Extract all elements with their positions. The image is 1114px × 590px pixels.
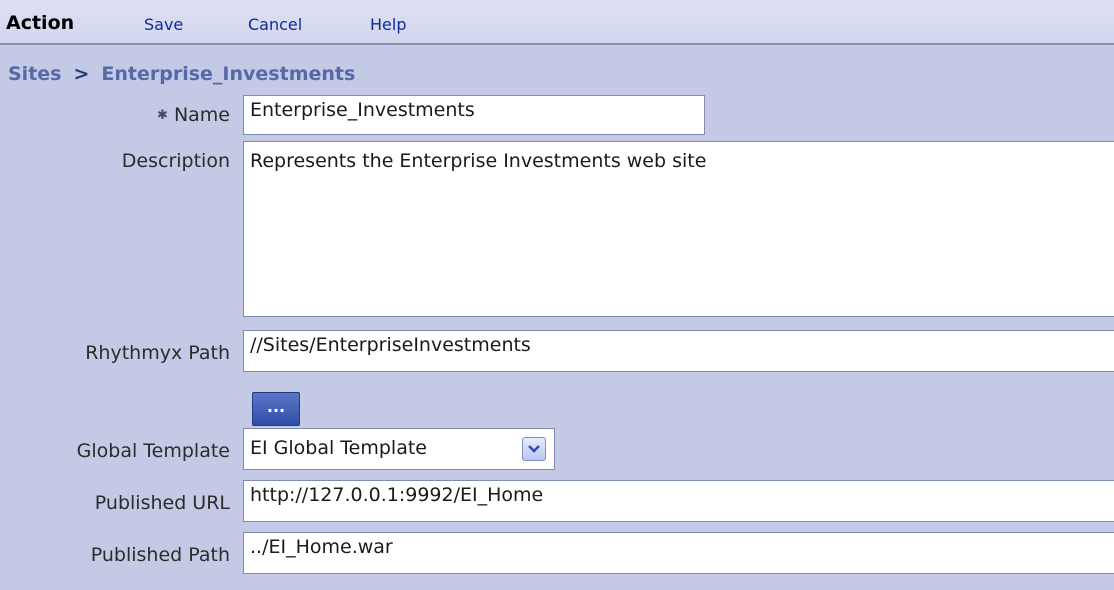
cancel-menu-item[interactable]: Cancel: [248, 15, 302, 34]
breadcrumb-separator: >: [73, 63, 90, 85]
name-label-row: ✱ Name: [157, 104, 230, 126]
browse-path-button[interactable]: ...: [252, 392, 300, 426]
global-template-label: Global Template: [76, 440, 230, 462]
breadcrumb-current: Enterprise_Investments: [101, 63, 356, 85]
save-menu-item[interactable]: Save: [144, 15, 183, 34]
published-path-label: Published Path: [90, 544, 230, 566]
description-label: Description: [121, 150, 230, 172]
help-menu-item[interactable]: Help: [370, 15, 406, 34]
published-url-label: Published URL: [94, 492, 230, 514]
breadcrumb-sites-link[interactable]: Sites: [8, 63, 61, 85]
action-menu-title: Action: [6, 12, 75, 34]
global-template-select[interactable]: EI Global Template: [243, 428, 555, 470]
required-asterisk-icon: ✱: [157, 108, 168, 123]
rhythmyx-path-label: Rhythmyx Path: [85, 342, 230, 364]
published-url-input[interactable]: http://127.0.0.1:9992/EI_Home: [243, 480, 1114, 522]
chevron-down-icon[interactable]: [522, 437, 546, 461]
rhythmyx-path-input[interactable]: //Sites/EnterpriseInvestments: [243, 330, 1114, 372]
published-path-input[interactable]: ../EI_Home.war: [243, 532, 1114, 574]
name-label: Name: [173, 104, 230, 126]
description-textarea[interactable]: Represents the Enterprise Investments we…: [243, 141, 1114, 317]
site-editor-page: Action Save Cancel Help Sites > Enterprise…: [0, 0, 1114, 590]
global-template-selected-value: EI Global Template: [250, 437, 427, 459]
name-input[interactable]: Enterprise_Investments: [243, 95, 705, 135]
breadcrumb: Sites > Enterprise_Investments: [8, 63, 355, 85]
action-menubar: Action Save Cancel Help: [0, 0, 1114, 45]
